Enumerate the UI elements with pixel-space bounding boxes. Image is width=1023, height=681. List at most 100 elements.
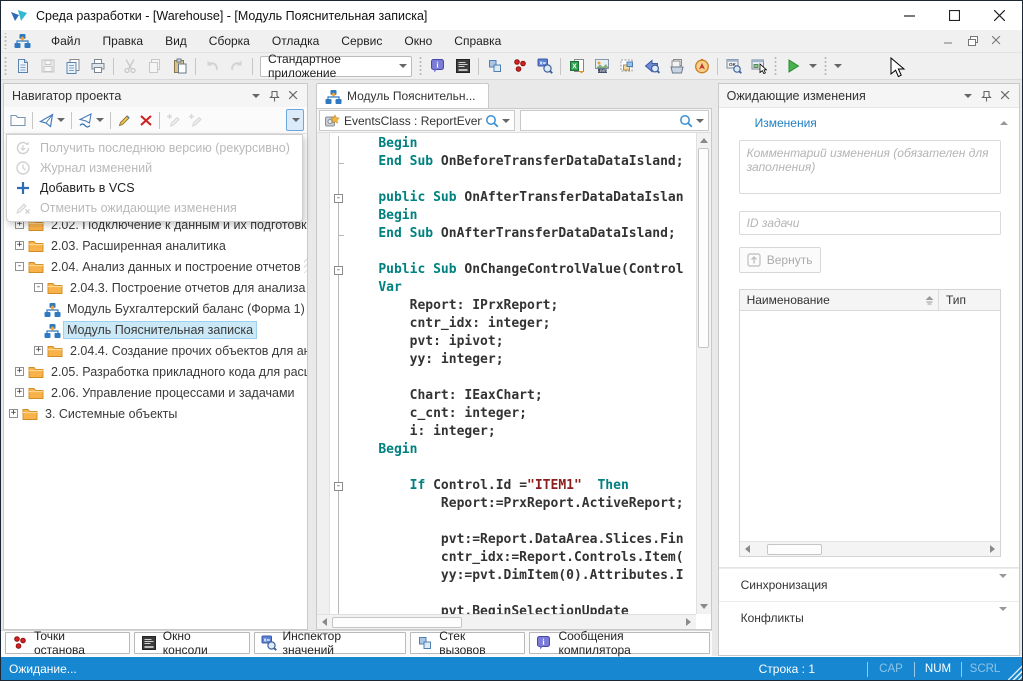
column-header-name[interactable]: Наименование [740,293,938,307]
compiler-messages-button[interactable]: i [425,55,450,78]
fold-margin[interactable] [330,532,347,550]
fold-margin[interactable]: - [330,190,347,208]
menu-отладка[interactable]: Отладка [261,31,330,51]
fold-margin[interactable] [330,334,347,352]
delete-button[interactable] [136,109,156,131]
fold-margin[interactable] [330,226,347,244]
mdi-restore-button[interactable] [968,36,992,46]
tree-item[interactable]: +2.03. Расширенная аналитика [4,235,307,256]
fold-margin[interactable] [330,244,347,262]
fold-margin[interactable] [330,388,347,406]
grid-horizontal-scrollbar[interactable] [740,541,1000,556]
scroll-up-button[interactable] [697,133,712,148]
print-button[interactable] [85,55,110,78]
vertical-splitter[interactable] [308,80,316,630]
vcs-menu-item[interactable]: Журнал изменений [7,158,302,178]
tree-item[interactable]: -2.04. Анализ данных и построение отчето… [4,256,307,277]
pin-icon[interactable] [265,87,284,104]
menu-справка[interactable]: Справка [443,31,512,51]
tree-expander-icon[interactable]: - [15,262,24,271]
toolbar-grip[interactable] [823,56,828,76]
bottom-tab[interactable]: Окно консоли [134,632,250,654]
scrollbar-thumb[interactable] [332,617,462,628]
layers-button[interactable] [614,55,639,78]
editor-vertical-scrollbar[interactable] [696,133,711,614]
fold-margin[interactable] [330,550,347,568]
fold-margin[interactable]: - [330,478,347,496]
editor-horizontal-scrollbar[interactable] [317,614,696,629]
archive-button[interactable] [664,55,689,78]
undo-button[interactable] [199,55,224,78]
fold-margin[interactable] [330,460,347,478]
cut-button[interactable] [117,55,142,78]
scrollbar-thumb[interactable] [698,148,709,348]
vcs-menu-dropdown[interactable] [286,109,304,131]
fold-margin[interactable] [330,568,347,586]
fold-collapse-icon[interactable]: - [334,482,343,491]
bottom-tab[interactable]: Стек вызовов [410,632,525,654]
tree-item[interactable]: Модуль Бухгалтерский баланс (Форма 1) [4,298,307,319]
tree-expander-icon[interactable]: + [9,409,18,418]
open-folder-button[interactable] [7,109,29,131]
scroll-left-button[interactable] [317,615,332,630]
scrollbar-thumb[interactable] [767,544,822,555]
checkout-button[interactable] [163,109,185,131]
application-type-combobox[interactable]: Стандартное приложение [260,56,412,77]
tree-expander-icon[interactable]: + [15,388,24,397]
scroll-left-button[interactable] [740,542,755,557]
fold-margin[interactable] [330,514,347,532]
tree-item[interactable]: -2.04.3. Построение отчетов для анализа … [4,277,307,298]
tree-expander-icon[interactable]: - [34,283,43,292]
conflicts-section-header[interactable]: Конфликты [719,601,1019,634]
call-stack-button[interactable] [482,55,507,78]
export-document-button[interactable] [60,55,85,78]
column-header-type[interactable]: Тип [938,290,1000,310]
menu-окно[interactable]: Окно [393,31,443,51]
mdi-minimize-button[interactable] [944,36,968,46]
toolbar-grip[interactable] [773,56,778,76]
export-excel-button[interactable]: X [564,55,589,78]
edit-button[interactable] [114,109,136,131]
fold-margin[interactable] [330,406,347,424]
toolbar-grip[interactable] [3,56,8,76]
fold-collapse-icon[interactable]: - [334,194,343,203]
fold-margin[interactable] [330,442,347,460]
toolbar-grip[interactable] [418,56,423,76]
panel-menu-dropdown[interactable] [958,87,977,104]
vcs-menu-item[interactable]: Отменить ожидающие изменения [7,198,302,218]
save-button[interactable] [35,55,60,78]
paste-button[interactable] [167,55,192,78]
menu-сборка[interactable]: Сборка [198,31,261,51]
menu-файл[interactable]: Файл [40,31,92,51]
tree-expander-icon[interactable]: + [15,367,24,376]
minimize-button[interactable] [887,1,932,30]
scroll-right-button[interactable] [681,615,696,630]
tree-item[interactable]: Модуль Пояснительная записка [4,319,307,340]
vcs-menu-item[interactable]: Добавить в VCS [7,178,302,198]
bottom-tab[interactable]: iСообщения компилятора [529,632,709,654]
copy-button[interactable] [142,55,167,78]
fold-margin[interactable]: - [330,262,347,280]
tree-item[interactable]: +2.05. Разработка прикладного кода для р… [4,361,307,382]
editor-search-box[interactable] [520,110,709,131]
member-combobox[interactable]: EventsClass : ReportEvents [319,110,515,131]
fold-margin[interactable] [330,586,347,604]
export-dotnet-button[interactable]: .net [589,55,614,78]
tree-expander-icon[interactable]: + [15,241,24,250]
checkin-button[interactable] [185,109,207,131]
close-button[interactable] [977,1,1022,30]
fold-collapse-icon[interactable]: - [334,266,343,275]
change-comment-input[interactable] [739,140,1001,194]
pin-icon[interactable] [977,87,996,104]
run-button[interactable] [780,55,805,78]
maximize-button[interactable] [932,1,977,30]
tree-item[interactable]: +2.06. Управление процессами и задачами [4,382,307,403]
fold-margin[interactable] [330,370,347,388]
tree-item[interactable]: +2.04.4. Создание прочих объектов для ан… [4,340,307,361]
redo-button[interactable] [224,55,249,78]
console-window-button[interactable] [450,55,475,78]
revert-button[interactable]: Вернуть [739,247,821,273]
mdi-close-button[interactable] [992,36,1016,46]
fold-margin[interactable] [330,208,347,226]
chevron-down-icon[interactable] [999,611,1007,625]
